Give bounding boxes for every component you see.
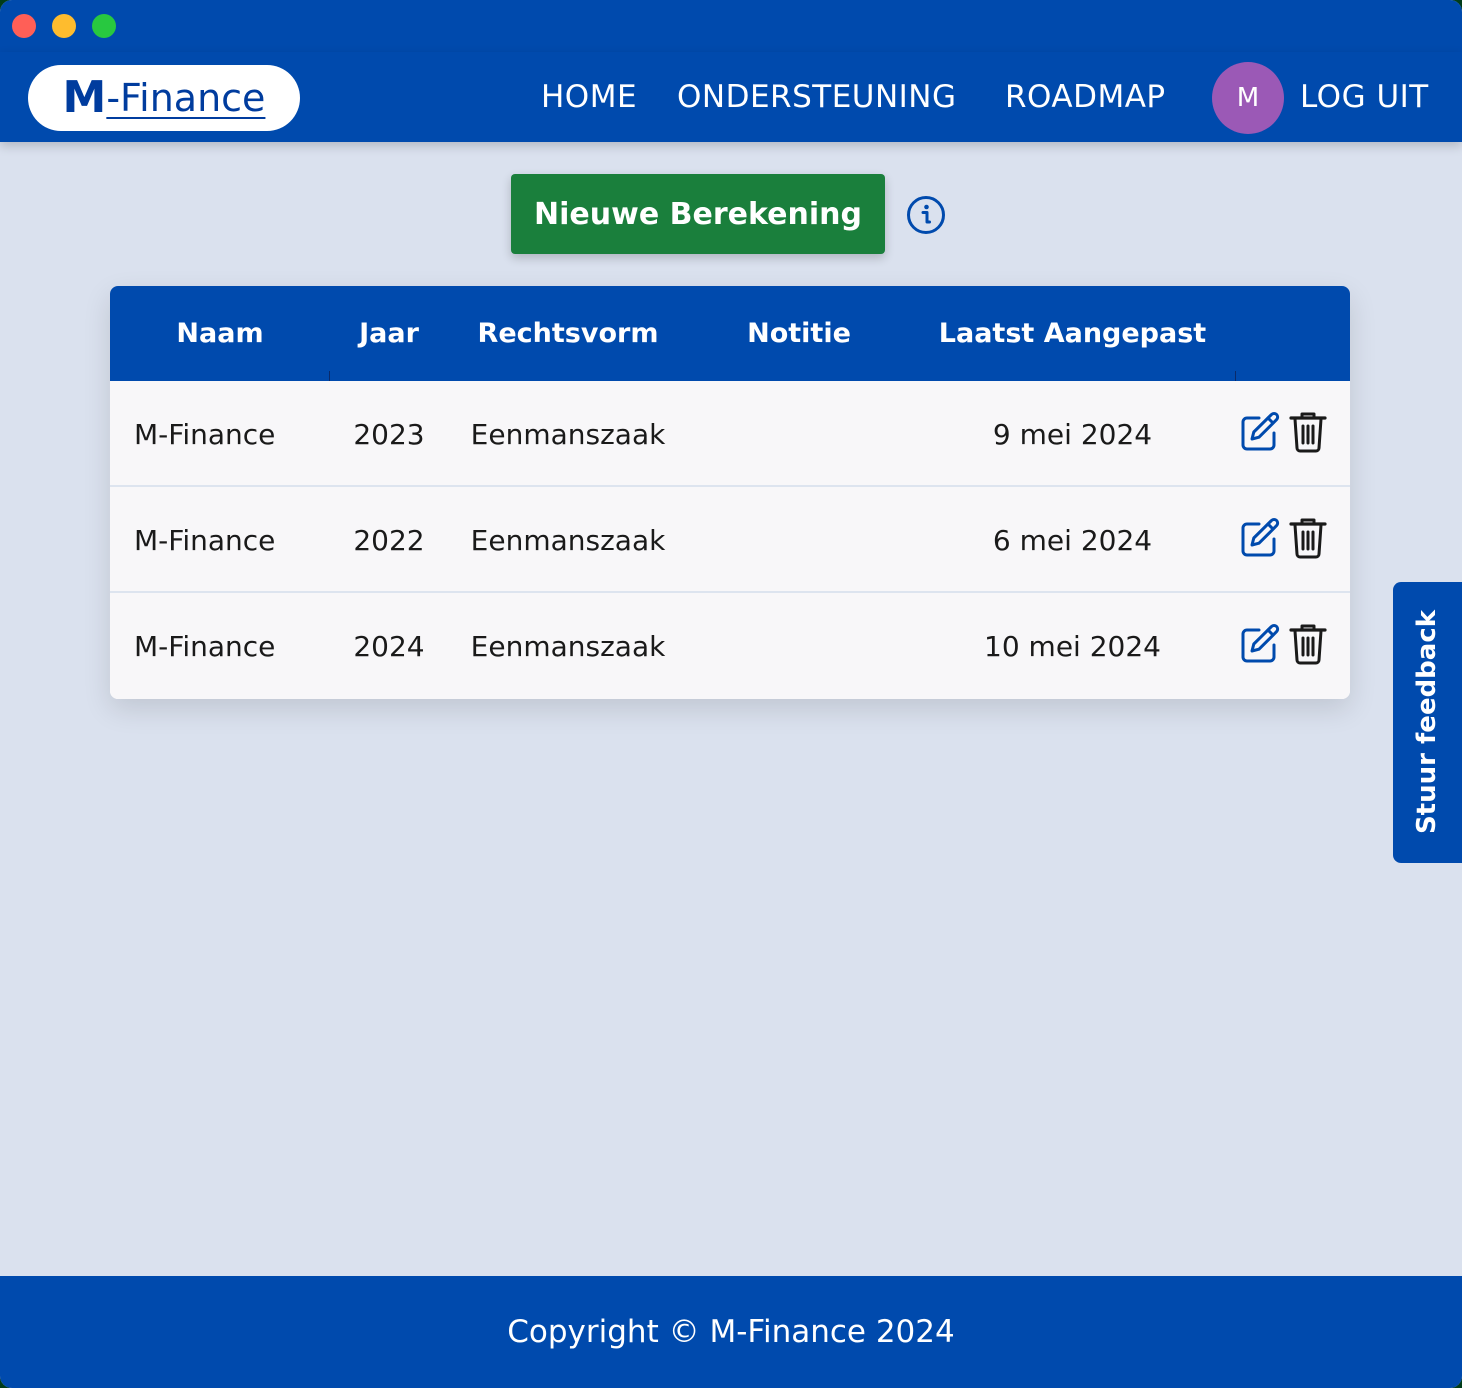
cell-legal-form: Eenmanszaak [470,417,666,451]
table-header: Naam Jaar Rechtsvorm Notitie Laatst Aang… [110,286,1350,383]
info-icon[interactable] [906,195,946,235]
nav-home-link[interactable]: HOME [541,78,637,116]
cell-note [688,381,910,487]
logo-mark: M [62,72,107,123]
cell-legal-form: Eenmanszaak [470,523,666,557]
column-header-legal-form: Rechtsvorm [477,318,659,349]
cell-name: M-Finance [134,523,276,557]
logout-link[interactable]: LOG UIT [1300,78,1429,116]
cell-note [688,487,910,593]
cell-last-modified: 9 mei 2024 [992,417,1153,451]
column-header-note: Notitie [747,318,851,349]
table-row: M-Finance 2024 Eenmanszaak 10 mei 2024 [110,593,1350,699]
user-avatar[interactable]: M [1212,62,1284,134]
feedback-tab[interactable]: Stuur feedback [1393,582,1462,863]
edit-icon[interactable] [1238,410,1282,454]
cell-name: M-Finance [134,629,276,663]
nav-roadmap-link[interactable]: ROADMAP [1005,78,1166,116]
minimize-window-button[interactable] [52,14,76,38]
table-row: M-Finance 2023 Eenmanszaak 9 mei 2024 [110,381,1350,487]
cell-last-modified: 10 mei 2024 [984,629,1161,663]
app-window: M -Finance HOME ONDERSTEUNING ROADMAP M L… [0,0,1462,1388]
cell-legal-form: Eenmanszaak [470,629,666,663]
copyright-text: Copyright © M-Finance 2024 [507,1314,955,1350]
cell-year: 2024 [353,629,425,663]
cell-year: 2023 [353,417,425,451]
cell-name: M-Finance [134,417,276,451]
column-header-year: Jaar [359,318,419,349]
column-header-name: Naam [176,318,264,349]
brand-logo[interactable]: M -Finance [28,65,300,131]
close-window-button[interactable] [12,14,36,38]
column-header-last-modified: Laatst Aangepast [938,318,1207,349]
logo-text: -Finance [106,76,266,120]
edit-icon[interactable] [1238,622,1282,666]
cell-last-modified: 6 mei 2024 [992,523,1153,557]
trash-icon[interactable] [1286,410,1330,454]
new-calculation-button[interactable]: Nieuwe Berekening [511,174,885,254]
cell-note [688,593,910,699]
footer: Copyright © M-Finance 2024 [0,1276,1462,1388]
navbar: M -Finance HOME ONDERSTEUNING ROADMAP M L… [0,52,1462,142]
cell-year: 2022 [353,523,425,557]
trash-icon[interactable] [1286,622,1330,666]
title-bar [0,0,1462,52]
edit-icon[interactable] [1238,516,1282,560]
table-row: M-Finance 2022 Eenmanszaak 6 mei 2024 [110,487,1350,593]
nav-support-link[interactable]: ONDERSTEUNING [677,78,957,116]
calculations-table: Naam Jaar Rechtsvorm Notitie Laatst Aang… [110,286,1350,699]
maximize-window-button[interactable] [92,14,116,38]
feedback-label: Stuur feedback [1412,609,1442,835]
trash-icon[interactable] [1286,516,1330,560]
